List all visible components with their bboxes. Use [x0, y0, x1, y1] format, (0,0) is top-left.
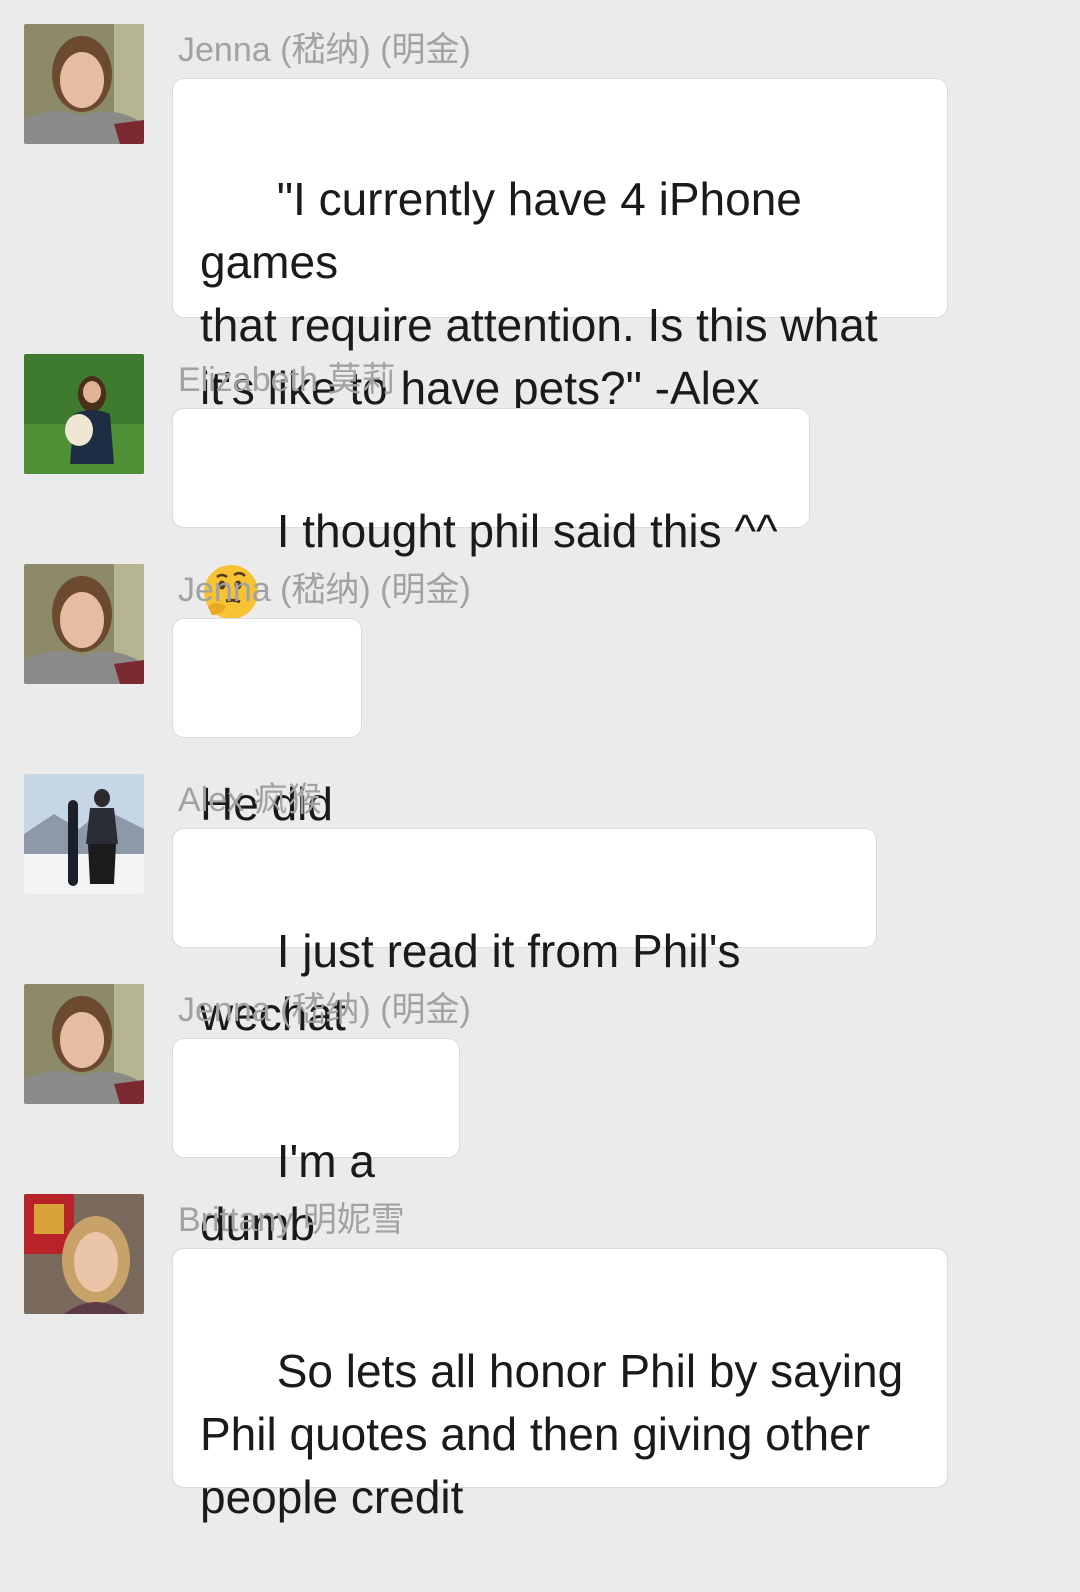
brittany-avatar[interactable] [24, 1194, 144, 1314]
message-bubble[interactable]: He did [172, 618, 362, 830]
sender-name: Jenna (嵇纳) (明金) [178, 31, 471, 69]
alex-avatar[interactable] [24, 774, 144, 894]
sender-name: Brittany 明妮雪 [178, 1201, 405, 1239]
message-bubble[interactable]: I just read it from Phil's wechat [172, 828, 877, 1040]
message-bubble[interactable]: I thought phil said this ^^ [172, 408, 810, 619]
jenna-avatar[interactable] [24, 984, 144, 1104]
chat-thread: Jenna (嵇纳) (明金) "I currently have 4 iPho… [0, 0, 1080, 1523]
sender-name: Jenna (嵇纳) (明金) [178, 991, 471, 1029]
sender-name: Alex 疯猴 [178, 781, 322, 819]
jenna-avatar[interactable] [24, 24, 144, 144]
elizabeth-avatar[interactable] [24, 354, 144, 474]
message-bubble[interactable]: I'm a dumb [172, 1038, 460, 1250]
message-text: I thought phil said this ^^ [276, 505, 778, 557]
sender-name: Jenna (嵇纳) (明金) [178, 571, 471, 609]
message-text: So lets all honor Phil by saying Phil qu… [200, 1345, 904, 1523]
message-bubble[interactable]: "I currently have 4 iPhone games that re… [172, 78, 948, 414]
message-bubble[interactable]: So lets all honor Phil by saying Phil qu… [172, 1248, 948, 1523]
sender-name: Elizabeth 莫莉 [178, 361, 396, 399]
jenna-avatar[interactable] [24, 564, 144, 684]
